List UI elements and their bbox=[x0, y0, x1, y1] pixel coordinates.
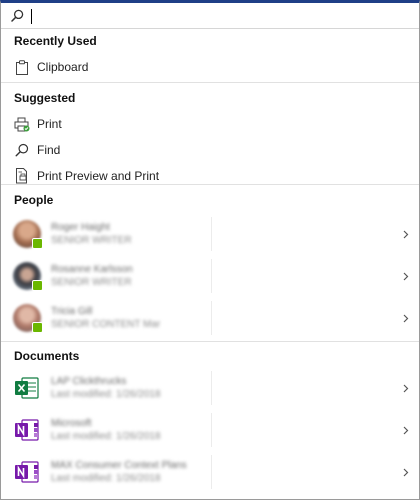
print-preview-icon bbox=[14, 168, 30, 184]
search-bar[interactable] bbox=[1, 3, 419, 29]
text-caret bbox=[31, 9, 32, 24]
person-name: Roger Haight bbox=[51, 222, 110, 233]
avatar bbox=[13, 304, 43, 333]
document-modified: Last modified: 1/26/2018 bbox=[51, 473, 161, 484]
document-modified: Last modified: 1/26/2018 bbox=[51, 431, 161, 442]
excel-icon bbox=[13, 374, 41, 402]
section-title-documents: Documents bbox=[14, 349, 80, 363]
presence-status-icon bbox=[32, 322, 43, 333]
people-section: People Roger Haight SENIOR WRITER Rosann… bbox=[1, 185, 419, 342]
document-modified: Last modified: 1/26/2018 bbox=[51, 389, 161, 400]
column-divider bbox=[211, 455, 212, 489]
person-name: Rosanne Karlsson bbox=[51, 264, 133, 275]
search-icon bbox=[10, 9, 24, 23]
document-row[interactable]: Microsoft Last modified: 1/26/2018 bbox=[1, 409, 419, 451]
chevron-right-icon[interactable] bbox=[401, 425, 411, 435]
command-clipboard[interactable]: Clipboard bbox=[1, 54, 419, 80]
section-title-recently-used: Recently Used bbox=[14, 34, 97, 48]
search-input[interactable] bbox=[30, 4, 419, 27]
chevron-right-icon[interactable] bbox=[401, 383, 411, 393]
section-title-people: People bbox=[14, 193, 54, 207]
column-divider bbox=[211, 301, 212, 335]
command-label: Clipboard bbox=[37, 60, 89, 74]
chevron-right-icon[interactable] bbox=[401, 467, 411, 477]
person-role: SENIOR WRITER bbox=[51, 235, 132, 246]
document-row[interactable]: LAP Clickthrucks Last modified: 1/26/201… bbox=[1, 367, 419, 409]
column-divider bbox=[211, 217, 212, 251]
presence-status-icon bbox=[32, 280, 43, 291]
person-row[interactable]: Rosanne Karlsson SENIOR WRITER bbox=[1, 255, 419, 297]
clipboard-icon bbox=[14, 59, 30, 75]
person-row[interactable]: Tricia Gill SENIOR CONTENT Mar bbox=[1, 297, 419, 339]
column-divider bbox=[211, 413, 212, 447]
onenote-icon bbox=[13, 416, 41, 444]
command-label: Print bbox=[37, 117, 62, 131]
chevron-right-icon[interactable] bbox=[401, 313, 411, 323]
presence-status-icon bbox=[32, 238, 43, 249]
person-role: SENIOR CONTENT Mar bbox=[51, 319, 161, 330]
column-divider bbox=[211, 371, 212, 405]
document-name: Microsoft bbox=[51, 418, 92, 429]
command-print[interactable]: Print bbox=[1, 111, 419, 137]
column-divider bbox=[211, 259, 212, 293]
search-panel: Recently Used Clipboard Suggested Print … bbox=[0, 0, 420, 500]
document-row[interactable]: MAX Consumer Context Plans Last modified… bbox=[1, 451, 419, 493]
person-role: SENIOR WRITER bbox=[51, 277, 132, 288]
search-icon bbox=[14, 142, 30, 158]
chevron-right-icon[interactable] bbox=[401, 229, 411, 239]
avatar bbox=[13, 220, 43, 249]
suggested-section: Suggested Print Find Print Preview and P… bbox=[1, 83, 419, 185]
avatar bbox=[13, 262, 43, 291]
onenote-icon bbox=[13, 458, 41, 486]
chevron-right-icon[interactable] bbox=[401, 271, 411, 281]
document-name: LAP Clickthrucks bbox=[51, 376, 127, 387]
print-icon bbox=[14, 116, 30, 132]
person-row[interactable]: Roger Haight SENIOR WRITER bbox=[1, 213, 419, 255]
person-name: Tricia Gill bbox=[51, 306, 93, 317]
document-name: MAX Consumer Context Plans bbox=[51, 460, 187, 471]
recently-used-section: Recently Used Clipboard bbox=[1, 29, 419, 83]
command-label: Find bbox=[37, 143, 61, 157]
command-label: Print Preview and Print bbox=[37, 169, 160, 183]
section-title-suggested: Suggested bbox=[14, 91, 76, 105]
command-find[interactable]: Find bbox=[1, 137, 419, 163]
documents-section: Documents LAP Clickthrucks Last modified… bbox=[1, 342, 419, 493]
